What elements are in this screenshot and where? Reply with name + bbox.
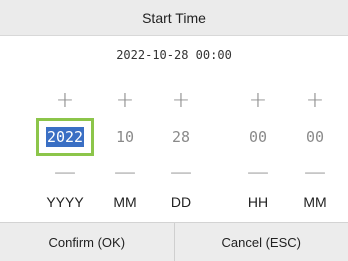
year-unit-label: YYYY	[46, 194, 83, 210]
hour-decrement-button[interactable]: —	[238, 156, 278, 188]
hour-field[interactable]: 00	[229, 118, 287, 156]
day-unit-label: DD	[171, 194, 191, 210]
dialog-footer: Confirm (OK) Cancel (ESC)	[0, 222, 348, 261]
minute-unit-label: MM	[303, 194, 326, 210]
start-time-dialog: Start Time 2022-10-28 00:00 + 2022 — YYY…	[0, 0, 348, 260]
hour-increment-button[interactable]: +	[238, 84, 278, 116]
datetime-readout: 2022-10-28 00:00	[0, 36, 348, 74]
day-decrement-button[interactable]: —	[161, 156, 201, 188]
dialog-title: Start Time	[0, 0, 348, 36]
year-spinner: + 2022 — YYYY	[35, 80, 95, 215]
hour-value: 00	[249, 128, 267, 146]
day-increment-button[interactable]: +	[161, 84, 201, 116]
minute-decrement-button[interactable]: —	[295, 156, 335, 188]
year-decrement-button[interactable]: —	[45, 156, 85, 188]
day-value: 28	[172, 128, 190, 146]
day-spinner: + 28 — DD	[151, 80, 211, 215]
month-decrement-button[interactable]: —	[105, 156, 145, 188]
minute-spinner: + 00 — MM	[285, 80, 345, 215]
month-value: 10	[116, 128, 134, 146]
minute-value: 00	[306, 128, 324, 146]
month-spinner: + 10 — MM	[95, 80, 155, 215]
confirm-button[interactable]: Confirm (OK)	[0, 223, 174, 261]
month-increment-button[interactable]: +	[105, 84, 145, 116]
minute-field[interactable]: 00	[286, 118, 344, 156]
minute-increment-button[interactable]: +	[295, 84, 335, 116]
year-field[interactable]: 2022	[36, 118, 94, 156]
cancel-button[interactable]: Cancel (ESC)	[174, 223, 348, 261]
hour-spinner: + 00 — HH	[228, 80, 288, 215]
year-value: 2022	[46, 127, 84, 147]
month-field[interactable]: 10	[96, 118, 154, 156]
year-increment-button[interactable]: +	[45, 84, 85, 116]
day-field[interactable]: 28	[152, 118, 210, 156]
hour-unit-label: HH	[248, 194, 268, 210]
month-unit-label: MM	[113, 194, 136, 210]
